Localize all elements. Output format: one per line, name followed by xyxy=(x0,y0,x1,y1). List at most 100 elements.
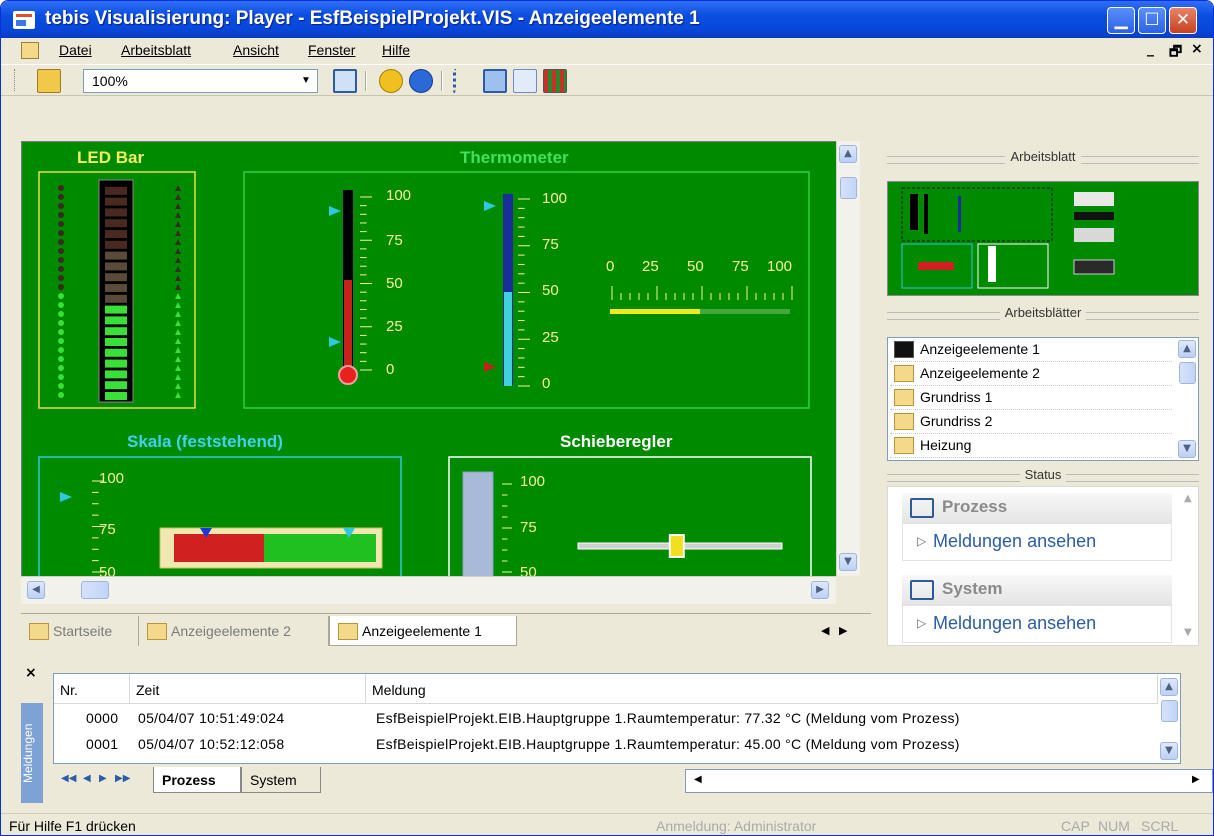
tab-scroll-left-icon[interactable]: ◀ xyxy=(821,624,829,637)
column-header-zeit[interactable]: Zeit xyxy=(130,674,366,704)
arbeitsblatt-preview[interactable] xyxy=(887,181,1199,296)
sheet-item[interactable]: Grundriss 2 xyxy=(890,410,1172,434)
led-bar-left-dots xyxy=(58,185,64,398)
hscale-tick-label: 100 xyxy=(767,258,793,275)
help-icon[interactable] xyxy=(409,69,433,93)
menu-hilfe[interactable]: Hilfe xyxy=(382,42,410,58)
scroll-thumb[interactable] xyxy=(840,177,857,199)
message-horizontal-scrollbar[interactable]: ◀ ▶ xyxy=(685,769,1213,793)
canvas-horizontal-scrollbar[interactable]: ◀ ▶ xyxy=(21,576,836,604)
document-icon xyxy=(147,623,167,640)
scroll-up-icon[interactable]: ▲ xyxy=(1178,340,1196,358)
toolbar-separator xyxy=(365,71,367,91)
led-dot xyxy=(58,194,64,200)
preview-widget xyxy=(1074,192,1114,206)
tab-system[interactable]: System xyxy=(241,767,321,793)
tab-startseite[interactable]: Startseite xyxy=(21,616,139,646)
tab-label: Anzeigeelemente 1 xyxy=(362,623,482,639)
status-scrl: SCRL xyxy=(1141,818,1179,834)
message-table: Nr. Zeit Meldung 0000 05/04/07 10:51:49:… xyxy=(53,673,1181,764)
status-group-header[interactable]: System xyxy=(902,575,1172,605)
led-dot xyxy=(58,284,64,290)
scroll-up-icon[interactable]: ▲ xyxy=(839,145,857,163)
tab-scroll-right-icon[interactable]: ▶ xyxy=(839,624,847,637)
maximize-button[interactable]: ☐ xyxy=(1138,7,1166,34)
info-icon[interactable] xyxy=(379,69,403,93)
scroll-up-icon[interactable]: ▲ xyxy=(1184,493,1192,504)
sheet-item[interactable]: Anzeigeelemente 2 xyxy=(890,362,1172,386)
status-help-text: Für Hilfe F1 drücken xyxy=(9,818,136,834)
led-arrow xyxy=(175,329,181,335)
schieberegler-title: Schieberegler xyxy=(560,432,673,451)
preview-widget xyxy=(1073,259,1115,275)
chevron-down-icon[interactable]: ▼ xyxy=(297,72,315,90)
meldungen-ansehen-link[interactable]: ▷ Meldungen ansehen xyxy=(902,605,1172,643)
menu-bar: Datei Arbeitsblatt Ansicht Fenster Hilfe… xyxy=(1,38,1213,64)
led-arrow xyxy=(175,374,181,380)
bars-icon[interactable] xyxy=(543,69,567,93)
hscale-tick-label: 0 xyxy=(606,258,615,275)
scroll-down-icon[interactable]: ▼ xyxy=(1184,627,1192,638)
zoom-combobox[interactable]: 100% ▼ xyxy=(83,69,318,93)
scroll-right-icon[interactable]: ▶ xyxy=(1192,774,1200,785)
mdi-minimize-button[interactable]: _ xyxy=(1147,41,1154,57)
title-bar[interactable]: tebis Visualisierung: Player - EsfBeispi… xyxy=(1,1,1213,38)
sheet-icon xyxy=(894,389,914,406)
sheet-item[interactable]: Anzeigeelemente 1 xyxy=(890,338,1172,362)
tab-anzeigeelemente-1[interactable]: Anzeigeelemente 1 xyxy=(329,616,517,646)
minimize-button[interactable]: ▁ xyxy=(1107,7,1135,34)
first-page-icon[interactable]: ◀◀ xyxy=(61,773,76,784)
close-icon[interactable]: × xyxy=(25,665,37,681)
table-cell-zeit: 05/04/07 10:51:49:024 xyxy=(138,710,285,726)
document-tabs: Startseite Anzeigeelemente 2 Anzeigeelem… xyxy=(21,613,871,649)
sheet-item[interactable]: Grundriss 1 xyxy=(890,386,1172,410)
scroll-left-icon[interactable]: ◀ xyxy=(27,581,45,599)
menu-arbeitsblatt[interactable]: Arbeitsblatt xyxy=(121,42,191,58)
fullscreen-icon[interactable] xyxy=(333,69,357,93)
led-segment xyxy=(105,305,127,314)
tree-view-icon[interactable] xyxy=(453,69,477,93)
close-button[interactable]: ✕ xyxy=(1169,7,1197,34)
last-page-icon[interactable]: ▶▶ xyxy=(115,773,130,784)
visualization-canvas[interactable]: LED Bar Thermometer Skala (feststehend) … xyxy=(21,141,836,576)
preview-widget xyxy=(1074,228,1114,242)
led-arrow xyxy=(175,284,181,290)
scroll-left-icon[interactable]: ◀ xyxy=(694,774,702,785)
column-header-meldung[interactable]: Meldung xyxy=(366,674,1158,704)
thermo-right-tick-label: 100 xyxy=(542,190,568,207)
scroll-down-icon[interactable]: ▼ xyxy=(839,553,857,571)
pages-icon[interactable] xyxy=(513,69,537,93)
status-group-header[interactable]: Prozess xyxy=(902,493,1172,523)
column-header-nr[interactable]: Nr. xyxy=(54,674,130,704)
thermometer-frame xyxy=(243,171,810,409)
led-arrow xyxy=(175,221,181,227)
tab-anzeigeelemente-2[interactable]: Anzeigeelemente 2 xyxy=(139,616,329,646)
previous-page-icon[interactable]: ◀ xyxy=(83,773,91,784)
menu-fenster[interactable]: Fenster xyxy=(308,42,355,58)
scroll-down-icon[interactable]: ▼ xyxy=(1160,742,1178,760)
menu-ansicht[interactable]: Ansicht xyxy=(233,42,279,58)
mdi-close-button[interactable]: × xyxy=(1191,41,1203,57)
skala-green-range xyxy=(264,534,376,562)
sheet-item[interactable]: Heizung xyxy=(890,434,1172,458)
tab-prozess[interactable]: Prozess xyxy=(153,767,241,793)
scroll-down-icon[interactable]: ▼ xyxy=(1178,440,1196,458)
thermo-right-tick-label: 0 xyxy=(542,375,551,392)
panel-view-icon[interactable] xyxy=(483,69,507,93)
scroll-thumb[interactable] xyxy=(81,581,109,599)
scroll-up-icon[interactable]: ▲ xyxy=(1160,678,1178,696)
next-page-icon[interactable]: ▶ xyxy=(99,773,107,784)
mdi-restore-button[interactable]: 🗗 xyxy=(1169,41,1182,65)
meldungen-ansehen-link[interactable]: ▷ Meldungen ansehen xyxy=(902,523,1172,561)
led-dot xyxy=(58,257,64,263)
scroll-thumb[interactable] xyxy=(1161,700,1178,722)
slider-thumb[interactable] xyxy=(668,534,685,558)
meldungen-sidebar-tab[interactable]: Meldungen xyxy=(21,703,43,803)
scroll-right-icon[interactable]: ▶ xyxy=(811,581,829,599)
scroll-thumb[interactable] xyxy=(1179,362,1196,384)
toolbar-grip[interactable] xyxy=(14,69,17,91)
document-icon[interactable] xyxy=(21,42,39,59)
open-folder-icon[interactable] xyxy=(37,69,61,93)
menu-datei[interactable]: Datei xyxy=(59,42,92,58)
canvas-vertical-scrollbar[interactable]: ▲ ▼ xyxy=(836,141,860,576)
